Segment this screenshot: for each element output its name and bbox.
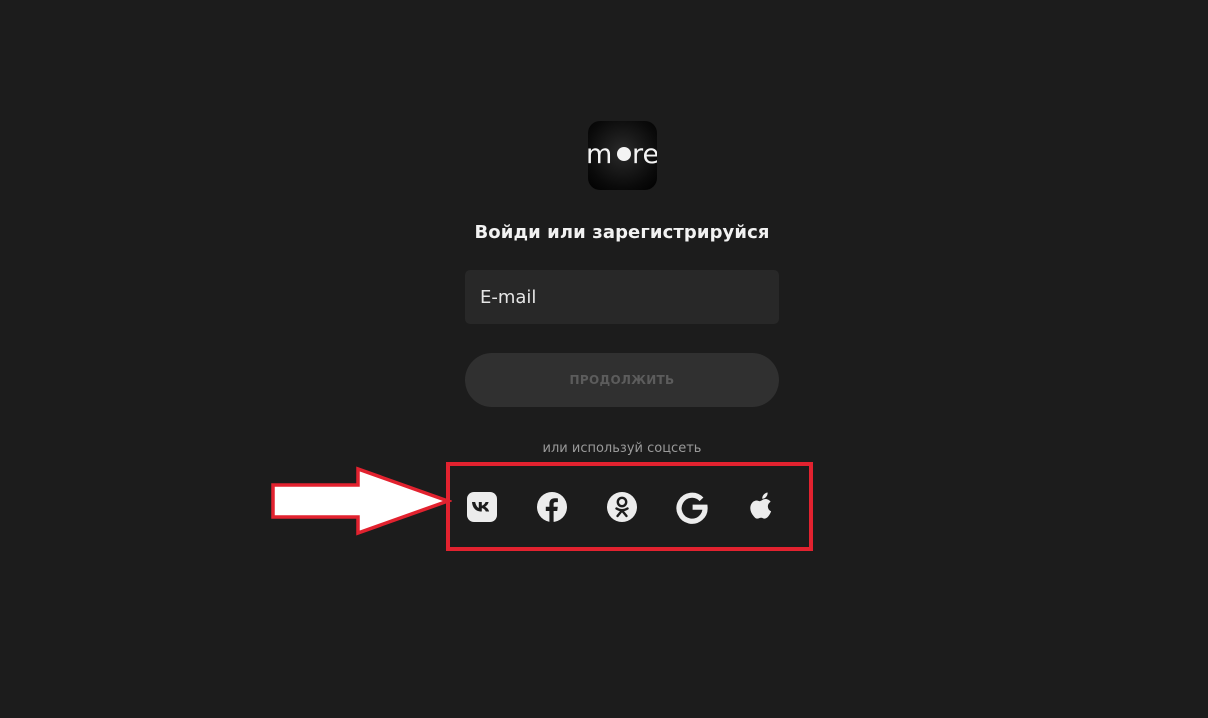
google-icon (676, 492, 708, 524)
more-logo: m re (588, 121, 657, 190)
facebook-login-button[interactable] (535, 490, 569, 524)
vk-icon (467, 492, 497, 522)
odnoklassniki-icon (607, 492, 637, 522)
facebook-icon (537, 492, 567, 522)
logo-text: m (588, 139, 612, 170)
logo-dot (617, 147, 631, 161)
svg-text:re: re (632, 139, 657, 170)
google-login-button[interactable] (675, 490, 709, 524)
apple-login-button[interactable] (745, 490, 779, 524)
page-title: Войди или зарегистрируйся (474, 222, 770, 243)
annotation-arrow (271, 466, 452, 536)
social-login-prompt: или используй соцсеть (542, 441, 702, 456)
vk-login-button[interactable] (465, 490, 499, 524)
apple-icon (750, 492, 772, 519)
continue-button[interactable]: ПРОДОЛЖИТЬ (465, 353, 779, 407)
odnoklassniki-login-button[interactable] (605, 490, 639, 524)
email-field-container[interactable] (465, 270, 779, 324)
email-field[interactable] (465, 270, 779, 324)
